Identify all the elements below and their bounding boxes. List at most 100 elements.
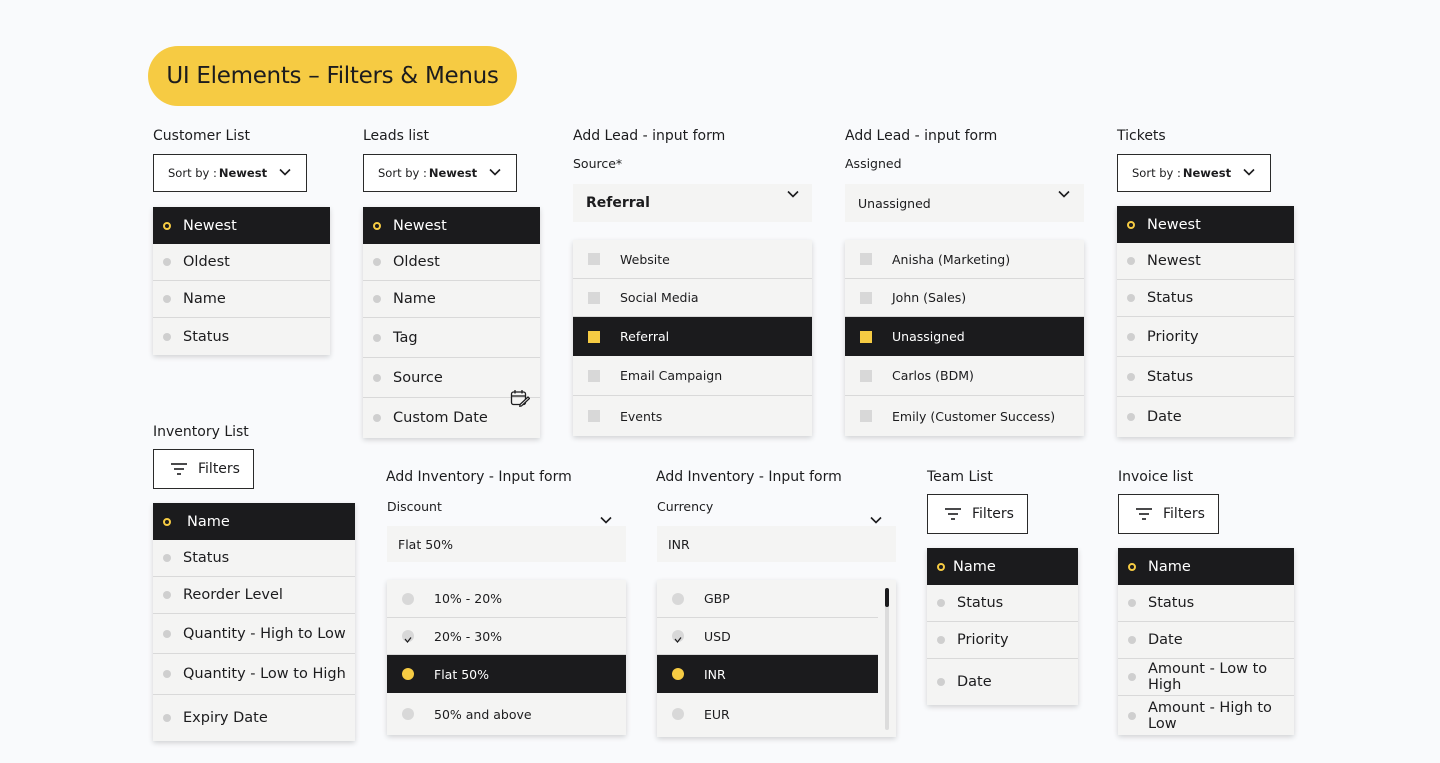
customer-list-title: Customer List	[153, 128, 250, 144]
chevron-down-icon	[1058, 190, 1070, 198]
radio-dot-icon	[163, 714, 171, 722]
option-item[interactable]: INR	[657, 655, 878, 693]
option-label: Referral	[620, 329, 670, 344]
menu-item[interactable]: Amount - Low to High	[1118, 659, 1294, 696]
menu-item[interactable]: Newest	[1117, 243, 1294, 280]
menu-item[interactable]: Status	[927, 585, 1078, 622]
option-item[interactable]: Events	[573, 396, 812, 436]
leads-sort-dropdown[interactable]: Sort by : Newest	[363, 154, 517, 192]
assigned-select[interactable]: Unassigned	[845, 184, 1084, 222]
option-item[interactable]: EUR	[657, 693, 878, 735]
menu-item-label: Status	[1147, 290, 1194, 306]
currency-options-menu: GBP USD INR EUR	[657, 580, 896, 737]
menu-item[interactable]: Newest	[153, 207, 330, 244]
menu-item-label: Status	[957, 595, 1004, 611]
customer-sort-dropdown[interactable]: Sort by : Newest	[153, 154, 307, 192]
discount-options-menu: 10% - 20% 20% - 30% Flat 50% 50% and abo…	[387, 580, 626, 735]
menu-item-label: Date	[957, 674, 992, 690]
option-item[interactable]: Carlos (BDM)	[845, 356, 1084, 396]
sort-prefix: Sort by :	[378, 166, 427, 180]
checkbox-icon	[860, 369, 872, 382]
menu-item[interactable]: Name	[153, 281, 330, 318]
radio-dot-icon	[1128, 673, 1136, 681]
team-list-title: Team List	[927, 469, 993, 485]
option-item[interactable]: 10% - 20%	[387, 580, 626, 618]
option-item[interactable]: GBP	[657, 580, 878, 618]
chevron-down-icon	[600, 516, 612, 524]
menu-item[interactable]: Quantity - Low to High	[153, 654, 355, 695]
checkbox-icon	[588, 410, 600, 422]
radio-dot-icon	[1127, 372, 1135, 381]
menu-item[interactable]: Name	[927, 548, 1078, 585]
tickets-sort-dropdown[interactable]: Sort by : Newest	[1117, 154, 1271, 192]
menu-item[interactable]: Name	[1118, 548, 1294, 585]
radio-dot-icon	[163, 554, 171, 562]
currency-select[interactable]: INR	[657, 526, 896, 562]
menu-item[interactable]: Expiry Date	[153, 695, 355, 741]
option-label: GBP	[704, 591, 730, 606]
radio-dot-icon	[1128, 711, 1136, 720]
menu-item-label: Name	[183, 291, 226, 307]
menu-item[interactable]: Date	[1118, 622, 1294, 659]
menu-item-label: Priority	[957, 632, 1009, 648]
option-label: USD	[704, 628, 731, 644]
customer-sort-menu: Newest Oldest Name Status	[153, 207, 330, 355]
check-icon	[674, 637, 682, 643]
menu-item[interactable]: Priority	[927, 622, 1078, 659]
option-item[interactable]: Flat 50%	[387, 655, 626, 693]
tickets-sort-menu: Newest Newest Status Priority Status Dat…	[1117, 206, 1294, 437]
inventory-filters-button[interactable]: Filters	[153, 449, 254, 489]
source-select-value: Referral	[586, 195, 650, 211]
menu-item[interactable]: Date	[927, 659, 1078, 705]
menu-item-label: Name	[187, 513, 230, 530]
checkbox-icon	[588, 253, 600, 265]
menu-item[interactable]: Status	[1118, 585, 1294, 622]
option-item[interactable]: John (Sales)	[845, 279, 1084, 317]
option-item[interactable]: Referral	[573, 317, 812, 356]
radio-dot-icon	[937, 562, 945, 571]
option-item[interactable]: Website	[573, 240, 812, 279]
menu-item[interactable]: Tag	[363, 318, 540, 358]
scrollbar-thumb[interactable]	[885, 588, 889, 607]
radio-selected-icon	[672, 668, 684, 680]
scrollbar-track[interactable]	[885, 588, 889, 730]
option-item[interactable]: 20% - 30%	[387, 618, 626, 655]
option-item[interactable]: Anisha (Marketing)	[845, 240, 1084, 279]
checkbox-icon	[588, 369, 600, 382]
option-item[interactable]: Emily (Customer Success)	[845, 396, 1084, 436]
menu-item[interactable]: Status	[153, 540, 355, 577]
option-item[interactable]: Email Campaign	[573, 356, 812, 396]
menu-item[interactable]: Status	[1117, 357, 1294, 397]
radio-dot-icon	[163, 629, 171, 638]
option-item[interactable]: Unassigned	[845, 317, 1084, 356]
option-label: John (Sales)	[892, 290, 967, 305]
menu-item[interactable]: Reorder Level	[153, 577, 355, 614]
menu-item[interactable]: Status	[153, 318, 330, 355]
menu-item[interactable]: Oldest	[153, 244, 330, 281]
source-options-menu: Website Social Media Referral Email Camp…	[573, 240, 812, 436]
menu-item[interactable]: Newest	[1117, 206, 1294, 243]
inventory-list-title: Inventory List	[153, 424, 249, 440]
menu-item[interactable]: Status	[1117, 280, 1294, 317]
menu-item[interactable]: Name	[363, 281, 540, 318]
menu-item[interactable]: Date	[1117, 397, 1294, 437]
source-select[interactable]: Referral	[573, 184, 812, 222]
menu-item[interactable]: Quantity - High to Low	[153, 614, 355, 654]
team-filters-button[interactable]: Filters	[927, 494, 1028, 534]
option-item[interactable]: Social Media	[573, 279, 812, 317]
invoice-filters-button[interactable]: Filters	[1118, 494, 1219, 534]
discount-label: Discount	[387, 499, 442, 514]
radio-dot-icon	[163, 295, 171, 303]
chevron-down-icon	[279, 168, 291, 176]
menu-item-label: Status	[1148, 595, 1195, 611]
option-label: Flat 50%	[434, 666, 489, 682]
menu-item[interactable]: Oldest	[363, 244, 540, 281]
menu-item[interactable]: Priority	[1117, 317, 1294, 357]
menu-item[interactable]: Amount - High to Low	[1118, 696, 1294, 735]
calendar-edit-icon[interactable]	[510, 389, 530, 407]
option-item[interactable]: 50% and above	[387, 693, 626, 735]
option-item[interactable]: USD	[657, 618, 878, 655]
menu-item[interactable]: Name	[153, 503, 355, 540]
discount-select[interactable]: Flat 50%	[387, 526, 626, 562]
menu-item[interactable]: Newest	[363, 207, 540, 244]
